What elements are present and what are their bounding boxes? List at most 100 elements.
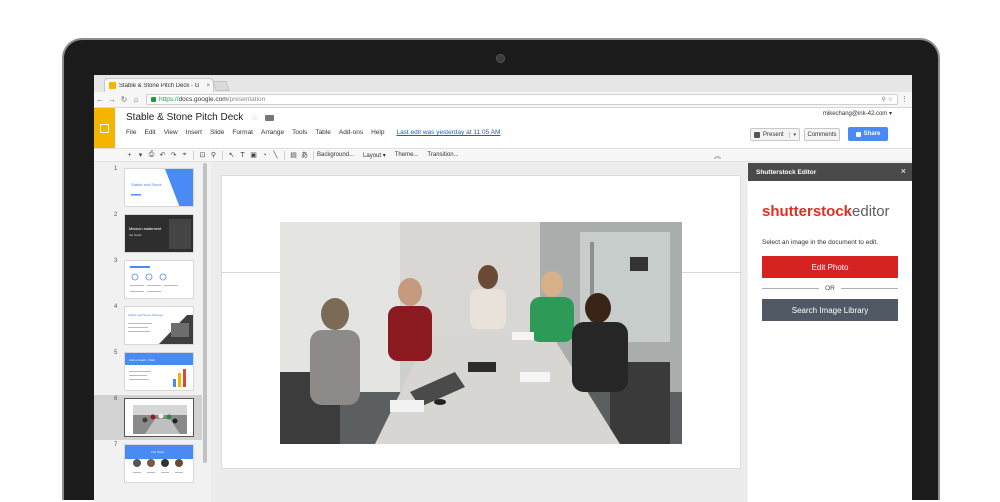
share-icon <box>855 131 861 137</box>
slides-favicon-icon <box>109 82 116 89</box>
textbox-icon[interactable]: T <box>237 152 248 159</box>
menu-view[interactable]: View <box>164 129 178 136</box>
slide-thumbnail-selected[interactable]: 6 <box>94 395 202 440</box>
slide-thumbnail[interactable]: 5 Add a Graph, Chart <box>94 349 202 394</box>
undo-icon[interactable]: ↶ <box>157 151 168 159</box>
shape-icon[interactable]: ◔ <box>259 152 270 159</box>
filmstrip-scrollbar[interactable] <box>203 163 207 463</box>
slide-preview: Mission statement the bould <box>124 214 194 253</box>
forward-icon[interactable]: → <box>106 95 118 104</box>
slide-preview: Stable and Stone <box>124 168 194 207</box>
url-path: /presentation <box>227 96 266 103</box>
close-icon[interactable]: × <box>901 166 906 176</box>
zoom-fit-icon[interactable]: ⊡ <box>197 151 208 159</box>
slide-number: 3 <box>114 258 118 264</box>
zoom-bookmark-icons[interactable]: ⚲ ☆ <box>882 96 893 103</box>
menu-help[interactable]: Help <box>371 129 384 136</box>
slide-2-art: Mission statement the bould <box>125 215 193 252</box>
home-icon[interactable]: ⌂ <box>130 95 142 104</box>
slide-preview: Stable and Stone Strategy <box>124 306 194 345</box>
toolbar-divider <box>193 150 194 160</box>
print-icon[interactable]: ⎙ <box>146 151 157 159</box>
menu-file[interactable]: File <box>126 129 136 136</box>
browser-menu-icon[interactable]: ⋮ <box>901 95 908 103</box>
menu-tools[interactable]: Tools <box>292 129 307 136</box>
slide-7-title: The Team <box>151 450 165 454</box>
laptop-bezel: Stable & Stone Pitch Deck - G × ← → ↻ ⌂ … <box>62 38 940 502</box>
new-slide-dropdown-icon[interactable]: ▾ <box>135 151 146 159</box>
present-dropdown-icon[interactable]: ▾ <box>789 131 799 138</box>
redo-icon[interactable]: ↷ <box>168 151 179 159</box>
slide-5-title: Add a Graph, Chart <box>129 358 155 362</box>
present-button[interactable]: Present ▾ <box>750 128 800 141</box>
menu-arrange[interactable]: Arrange <box>261 129 284 136</box>
transition-button[interactable]: Transition... <box>427 152 458 158</box>
tab-close-icon[interactable]: × <box>206 83 210 89</box>
meeting-photo[interactable] <box>280 222 682 444</box>
last-edit-link[interactable]: Last edit was yesterday at 11:05 AM <box>396 129 500 136</box>
menu-insert[interactable]: Insert <box>186 129 202 136</box>
play-icon <box>754 131 760 138</box>
address-bar: ← → ↻ ⌂ https:// docs.google.com /presen… <box>94 92 912 108</box>
menu-table[interactable]: Table <box>315 129 331 136</box>
input-tools-icon[interactable]: あ <box>299 150 310 160</box>
current-slide[interactable] <box>221 175 742 469</box>
slides-logo-icon[interactable] <box>94 108 115 148</box>
toolbar-divider <box>222 150 223 160</box>
slide-thumbnail[interactable]: 7 The Team <box>94 441 202 486</box>
slides-header: Stable & Stone Pitch Deck ☆ File Edit Vi… <box>94 108 912 148</box>
search-image-library-button[interactable]: Search Image Library <box>762 299 898 321</box>
slide-preview <box>124 398 194 437</box>
zoom-icon[interactable]: ⚲ <box>208 151 219 159</box>
browser-tab[interactable]: Stable & Stone Pitch Deck - G × <box>104 78 214 92</box>
menu-addons[interactable]: Add-ons <box>339 129 363 136</box>
menu-edit[interactable]: Edit <box>144 129 155 136</box>
new-tab-button[interactable] <box>212 81 230 91</box>
account-email[interactable]: mikechang@ink-42.com ▾ <box>823 110 892 117</box>
editor-toolbar: + ▾ ⎙ ↶ ↷ ⌖ ⊡ ⚲ ↖ T ▣ ◔ ╲ ▤ あ Background… <box>94 148 912 162</box>
divider-line <box>840 287 898 289</box>
slide-number: 7 <box>114 442 118 448</box>
slide-preview <box>124 260 194 299</box>
theme-button[interactable]: Theme... <box>395 152 419 158</box>
slide-thumbnail[interactable]: 3 <box>94 257 202 302</box>
slide-preview: Add a Graph, Chart <box>124 352 194 391</box>
tab-title: Stable & Stone Pitch Deck - G <box>119 82 200 89</box>
background-button[interactable]: Background... <box>317 152 354 158</box>
shutterstock-sidebar: Shutterstock Editor × shutterstockeditor… <box>748 163 912 502</box>
slide-4-art: Stable and Stone Strategy <box>128 313 193 344</box>
sidebar-instruction: Select an image in the document to edit. <box>762 239 878 246</box>
webcam <box>496 54 505 63</box>
collapse-toolbar-icon[interactable]: ︽ <box>714 151 721 161</box>
or-divider: OR <box>762 283 898 293</box>
account-email-text: mikechang@ink-42.com <box>822 111 888 117</box>
slide-thumbnail[interactable]: 2 Mission statement the bould <box>94 211 202 256</box>
slide-thumbnail[interactable]: 4 Stable and Stone Strategy <box>94 303 202 348</box>
image-icon[interactable]: ▣ <box>248 151 259 159</box>
line-icon[interactable]: ╲ <box>270 151 281 159</box>
select-icon[interactable]: ↖ <box>226 151 237 159</box>
slide-4-title: Stable and Stone Strategy <box>128 313 164 317</box>
reload-icon[interactable]: ↻ <box>118 95 130 104</box>
comment-icon[interactable]: ▤ <box>288 151 299 159</box>
menu-format[interactable]: Format <box>232 129 253 136</box>
layout-button[interactable]: Layout ▾ <box>363 152 386 159</box>
document-title[interactable]: Stable & Stone Pitch Deck <box>126 112 243 123</box>
share-button[interactable]: Share <box>848 127 888 141</box>
menu-slide[interactable]: Slide <box>210 129 224 136</box>
edit-photo-button[interactable]: Edit Photo <box>762 256 898 278</box>
slide-5-art: Add a Graph, Chart <box>125 353 193 387</box>
paint-format-icon[interactable]: ⌖ <box>179 151 190 159</box>
slide-2-subtitle: the bould <box>129 233 142 237</box>
or-label: OR <box>825 284 835 292</box>
url-input[interactable]: https:// docs.google.com /presentation ⚲… <box>146 94 898 105</box>
comments-button[interactable]: Comments <box>804 128 840 141</box>
toolbar-divider <box>313 150 314 160</box>
new-slide-icon[interactable]: + <box>124 152 135 159</box>
star-icon[interactable]: ☆ <box>251 113 258 122</box>
back-icon[interactable]: ← <box>94 95 106 104</box>
slide-thumbnail[interactable]: 1 Stable and Stone <box>94 165 202 210</box>
meeting-photo-art <box>280 222 682 444</box>
folder-icon[interactable] <box>265 115 274 121</box>
slide-3-art <box>130 266 178 292</box>
